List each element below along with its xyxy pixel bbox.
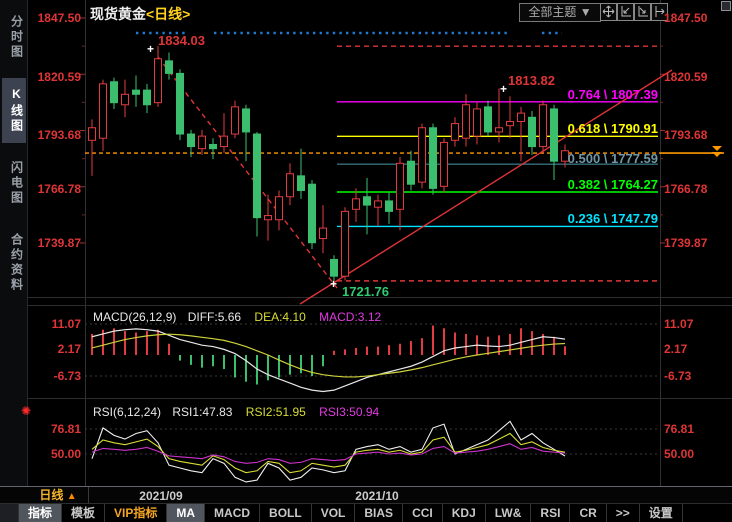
price-axis-label: 1766.78 xyxy=(28,182,81,196)
chevron-down-icon: ▼ xyxy=(580,5,592,19)
price-axis-label: 1793.68 xyxy=(664,128,707,142)
fib-label-0236: 0.236 \ 1747.79 xyxy=(568,212,658,226)
fib-label-0764: 0.764 \ 1807.39 xyxy=(568,88,658,102)
macd-macd-value: MACD:3.12 xyxy=(319,310,381,324)
crosshair-mark: + xyxy=(330,279,337,289)
price-axis-label: 1820.59 xyxy=(664,70,707,84)
macd-axis-label: -6.73 xyxy=(28,369,81,383)
swing-high-label: 1834.03 xyxy=(158,33,205,48)
fib-label-0500: 0.500 \ 1777.59 xyxy=(568,152,658,166)
macd-axis-label: 2.17 xyxy=(28,342,81,356)
fib-label-0618: 0.618 \ 1790.91 xyxy=(568,122,658,136)
axis-scale-right-icon[interactable] xyxy=(634,3,651,21)
rsi-axis-label: 76.81 xyxy=(664,422,694,436)
macd-axis-label: 2.17 xyxy=(664,342,687,356)
macd-axis-label: -6.73 xyxy=(664,369,691,383)
price-axis-label: 1739.87 xyxy=(28,236,81,250)
move-tool-icon[interactable] xyxy=(600,3,617,21)
swing-low-label: 1721.76 xyxy=(342,284,389,299)
price-axis-label: 1739.87 xyxy=(664,236,707,250)
fib-label-0382: 0.382 \ 1764.27 xyxy=(568,178,658,192)
crosshair-mark: + xyxy=(500,84,507,94)
rsi1-value: RSI1:47.83 xyxy=(172,405,232,419)
rsi2-value: RSI2:51.95 xyxy=(246,405,306,419)
rsi-axis-label: 76.81 xyxy=(28,422,81,436)
chart-title: 现货黄金<日线> xyxy=(90,4,190,24)
rsi3-value: RSI3:50.94 xyxy=(319,405,379,419)
price-axis-label: 1847.50 xyxy=(664,11,707,25)
price-axis-label: 1793.68 xyxy=(28,128,81,142)
crosshair-mark: + xyxy=(147,44,154,54)
rsi-name: RSI(6,12,24) xyxy=(93,405,161,419)
price-axis-label: 1766.78 xyxy=(664,182,707,196)
rsi-header: RSI(6,12,24) RSI1:47.83 RSI2:51.95 RSI3:… xyxy=(93,405,379,419)
macd-diff-value: DIFF:5.66 xyxy=(188,310,241,324)
swing-high-label: 1813.82 xyxy=(508,73,555,88)
rsi-axis-label: 50.00 xyxy=(28,447,81,461)
macd-header: MACD(26,12,9) DIFF:5.66 DEA:4.10 MACD:3.… xyxy=(93,310,381,324)
price-axis-label: 1847.50 xyxy=(28,11,81,25)
trading-app-window: 分时图 K线图 闪电图 合约资料 现货黄金<日线> 全部主题 ▼ 1847.50… xyxy=(0,0,732,522)
period-label: <日线> xyxy=(146,6,190,22)
macd-name: MACD(26,12,9) xyxy=(93,310,176,324)
symbol-name: 现货黄金 xyxy=(90,6,146,22)
rsi-axis-label: 50.00 xyxy=(664,447,694,461)
theme-dropdown-label: 全部主题 xyxy=(528,5,576,19)
theme-dropdown[interactable]: 全部主题 ▼ xyxy=(519,3,601,22)
chart-canvas[interactable] xyxy=(0,0,732,522)
axis-scale-left-icon[interactable] xyxy=(617,3,634,21)
macd-dea-value: DEA:4.10 xyxy=(254,310,305,324)
macd-axis-label: 11.07 xyxy=(664,317,693,331)
price-axis-label: 1820.59 xyxy=(28,70,81,84)
macd-axis-label: 11.07 xyxy=(28,317,81,331)
